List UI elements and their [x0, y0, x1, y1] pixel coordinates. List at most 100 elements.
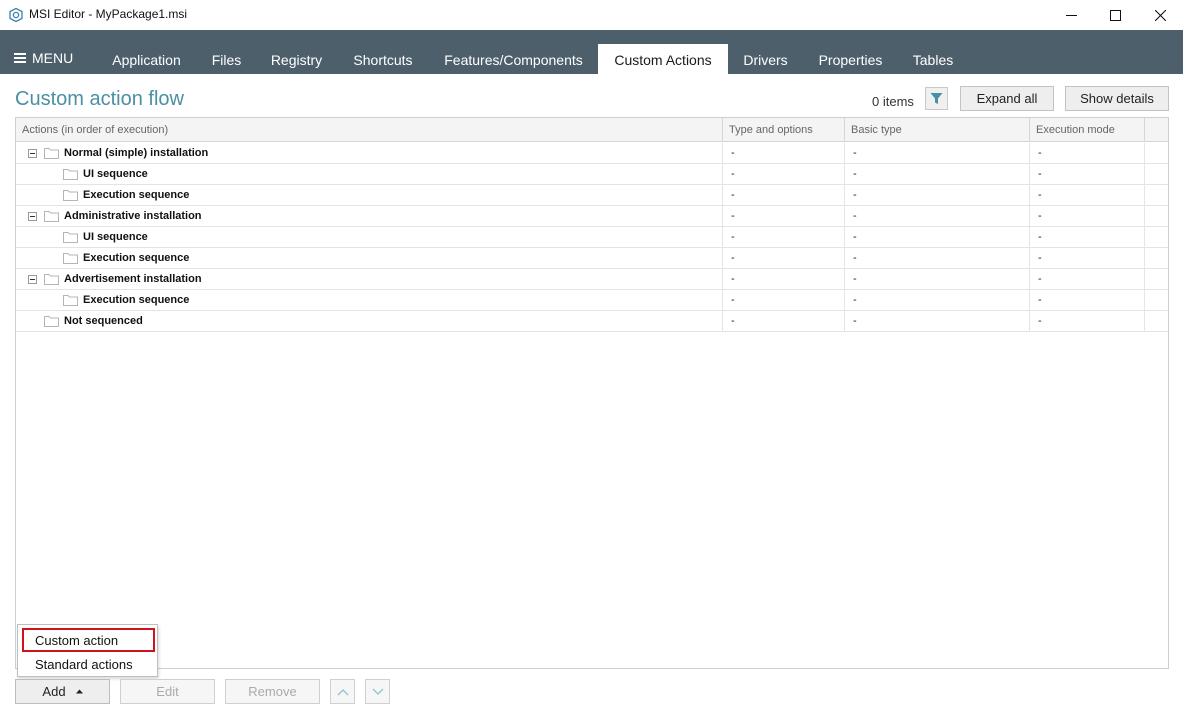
row-name: UI sequence — [83, 231, 148, 243]
menu-label: MENU — [32, 50, 74, 66]
minimize-button[interactable] — [1048, 0, 1094, 30]
maximize-button[interactable] — [1092, 0, 1138, 30]
row-name: Administrative installation — [64, 210, 202, 222]
add-button[interactable]: Add — [15, 679, 110, 704]
row-name: Execution sequence — [83, 252, 190, 264]
tab-features-components[interactable]: Features/Components — [430, 44, 597, 74]
table-row[interactable]: Execution sequence - - - — [16, 248, 1168, 269]
menu-item-standard-actions[interactable]: Standard actions — [18, 653, 157, 675]
table-row[interactable]: UI sequence - - - — [16, 227, 1168, 248]
chevron-down-icon — [371, 687, 384, 695]
cell-execution-mode: - — [1030, 164, 1145, 185]
cell-basic-type: - — [845, 269, 1030, 290]
items-count: 0 items — [872, 94, 914, 109]
tab-drivers[interactable]: Drivers — [730, 44, 801, 74]
tab-properties[interactable]: Properties — [804, 44, 897, 74]
folder-icon — [44, 315, 59, 327]
custom-action-grid: Actions (in order of execution) Type and… — [15, 117, 1169, 669]
cell-action: Advertisement installation — [16, 269, 723, 290]
collapse-icon[interactable] — [28, 212, 37, 221]
folder-icon — [63, 231, 78, 243]
cell-type: - — [723, 143, 845, 164]
folder-icon — [63, 294, 78, 306]
row-name: Normal (simple) installation — [64, 147, 209, 159]
tab-registry[interactable]: Registry — [257, 44, 336, 74]
cell-execution-mode: - — [1030, 290, 1145, 311]
cell-basic-type: - — [845, 206, 1030, 227]
move-up-button[interactable] — [330, 679, 355, 704]
edit-button[interactable]: Edit — [120, 679, 215, 704]
cell-action: UI sequence — [16, 164, 723, 185]
move-down-button[interactable] — [365, 679, 390, 704]
collapse-icon[interactable] — [28, 149, 37, 158]
cell-basic-type: - — [845, 185, 1030, 206]
window-title: MSI Editor - MyPackage1.msi — [29, 7, 188, 21]
expand-all-button[interactable]: Expand all — [960, 86, 1054, 111]
cell-execution-mode: - — [1030, 269, 1145, 290]
add-dropdown-menu: Custom action Standard actions — [17, 624, 158, 677]
folder-icon — [44, 210, 59, 222]
table-row[interactable]: Administrative installation - - - — [16, 206, 1168, 227]
close-icon — [1154, 9, 1166, 21]
table-row[interactable]: Execution sequence - - - — [16, 185, 1168, 206]
column-header-basic-type[interactable]: Basic type — [845, 118, 1030, 142]
folder-icon — [44, 147, 59, 159]
cell-basic-type: - — [845, 143, 1030, 164]
collapse-icon[interactable] — [28, 275, 37, 284]
cell-action: Execution sequence — [16, 185, 723, 206]
grid-header: Actions (in order of execution) Type and… — [16, 118, 1168, 142]
cell-execution-mode: - — [1030, 185, 1145, 206]
tab-files[interactable]: Files — [199, 44, 254, 74]
chevron-up-icon — [336, 688, 349, 696]
cell-type: - — [723, 206, 845, 227]
folder-icon — [63, 252, 78, 264]
column-header-actions[interactable]: Actions (in order of execution) — [16, 118, 723, 142]
table-row[interactable]: Not sequenced - - - — [16, 311, 1168, 332]
table-row[interactable]: Advertisement installation - - - — [16, 269, 1168, 290]
show-details-button[interactable]: Show details — [1065, 86, 1169, 111]
table-row[interactable]: UI sequence - - - — [16, 164, 1168, 185]
menu-button[interactable]: MENU — [14, 50, 73, 66]
caret-up-icon — [75, 689, 83, 694]
folder-icon — [63, 189, 78, 201]
cell-basic-type: - — [845, 311, 1030, 332]
tab-custom-actions[interactable]: Custom Actions — [598, 44, 728, 74]
add-button-label: Add — [42, 684, 66, 699]
column-header-execution-mode[interactable]: Execution mode — [1030, 118, 1145, 142]
filter-icon — [930, 93, 943, 104]
cell-action: Execution sequence — [16, 290, 723, 311]
cell-execution-mode: - — [1030, 206, 1145, 227]
page-title: Custom action flow — [15, 88, 184, 110]
cell-action: Execution sequence — [16, 248, 723, 269]
cell-action: Not sequenced — [16, 311, 723, 332]
tab-tables[interactable]: Tables — [900, 44, 966, 74]
cell-type: - — [723, 290, 845, 311]
remove-button[interactable]: Remove — [225, 679, 320, 704]
cell-execution-mode: - — [1030, 248, 1145, 269]
tab-application[interactable]: Application — [96, 44, 197, 74]
filter-button[interactable] — [925, 87, 948, 110]
cell-basic-type: - — [845, 248, 1030, 269]
table-row[interactable]: Normal (simple) installation - - - — [16, 143, 1168, 164]
table-row[interactable]: Execution sequence - - - — [16, 290, 1168, 311]
column-header-type[interactable]: Type and options — [723, 118, 845, 142]
tab-shortcuts[interactable]: Shortcuts — [339, 44, 427, 74]
cell-type: - — [723, 185, 845, 206]
cell-action: Administrative installation — [16, 206, 723, 227]
folder-icon — [63, 168, 78, 180]
folder-icon — [44, 273, 59, 285]
app-icon — [9, 8, 23, 22]
menu-item-custom-action[interactable]: Custom action — [22, 628, 155, 652]
cell-execution-mode: - — [1030, 143, 1145, 164]
row-name: UI sequence — [83, 168, 148, 180]
cell-type: - — [723, 269, 845, 290]
cell-execution-mode: - — [1030, 227, 1145, 248]
row-name: Execution sequence — [83, 189, 190, 201]
cell-basic-type: - — [845, 164, 1030, 185]
close-button[interactable] — [1137, 0, 1183, 30]
cell-type: - — [723, 164, 845, 185]
cell-type: - — [723, 227, 845, 248]
maximize-icon — [1109, 9, 1121, 21]
row-name: Not sequenced — [64, 315, 143, 327]
row-name: Execution sequence — [83, 294, 190, 306]
